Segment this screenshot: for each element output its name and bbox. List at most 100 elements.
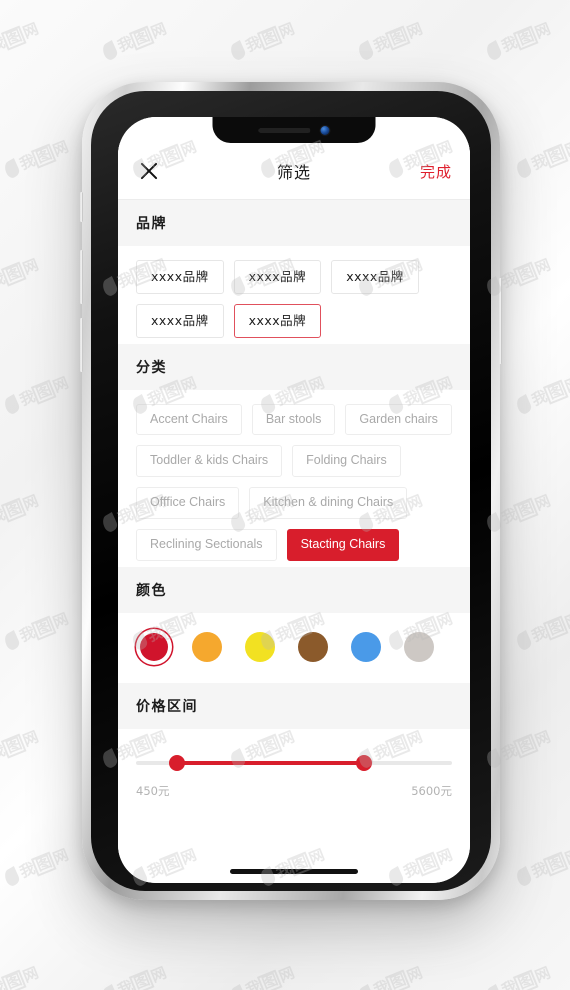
watermark: 我图网: [97, 1, 199, 68]
watermark-text: 我图网: [0, 255, 40, 291]
watermark-text: 我图网: [498, 19, 552, 55]
watermark-flame-icon: [100, 39, 119, 62]
front-camera-icon: [320, 125, 330, 135]
color-swatch-gray[interactable]: [401, 629, 437, 665]
color-swatch-brown[interactable]: [295, 629, 331, 665]
watermark: 我图网: [353, 1, 455, 68]
category-chip[interactable]: Bar stools: [251, 403, 336, 436]
volume-down-button[interactable]: [80, 318, 83, 372]
watermark: 我图网: [0, 1, 71, 68]
home-indicator[interactable]: [230, 869, 358, 874]
brand-chip-list: xxxx品牌 xxxx品牌 xxxx品牌 xxxx品牌 xxxx品牌: [118, 246, 470, 344]
watermark: 我图网: [0, 237, 71, 304]
watermark-text: 我图网: [528, 137, 570, 173]
page-title: 筛选: [276, 163, 311, 182]
brand-chip[interactable]: xxxx品牌: [136, 303, 224, 338]
phone-device-frame: 筛选 完成 品牌 xxxx品牌 xxxx品牌 xxxx品牌 xxxx品牌 xxxx品牌 …: [80, 82, 502, 900]
watermark-text: 我图网: [0, 491, 40, 527]
watermark-text: 我图网: [16, 845, 70, 881]
category-chip[interactable]: Reclining Sectionals: [136, 528, 277, 561]
close-icon[interactable]: [136, 158, 162, 184]
watermark: 我图网: [511, 119, 570, 186]
watermark: 我图网: [0, 473, 71, 540]
watermark-flame-icon: [514, 157, 533, 180]
watermark: 我图网: [97, 945, 199, 990]
brand-chip[interactable]: xxxx品牌: [233, 260, 322, 294]
mute-switch[interactable]: [80, 192, 83, 222]
watermark-flame-icon: [2, 865, 21, 888]
color-swatch-fill: [245, 631, 275, 662]
slider-max-handle[interactable]: [355, 754, 372, 771]
color-swatch-blue[interactable]: [348, 629, 384, 665]
screenshot-stage: 筛选 完成 品牌 xxxx品牌 xxxx品牌 xxxx品牌 xxxx品牌 xxxx品牌 …: [0, 0, 570, 990]
watermark-text: 我图网: [242, 19, 296, 55]
watermark-flame-icon: [100, 983, 119, 990]
watermark-text: 我图网: [370, 19, 424, 55]
watermark-flame-icon: [514, 393, 533, 416]
category-chip-list: Accent Chairs Bar stools Garden chairs Todd…: [118, 389, 470, 567]
watermark-flame-icon: [2, 393, 21, 416]
watermark: 我图网: [481, 1, 570, 68]
price-range-slider[interactable]: [136, 754, 452, 771]
watermark-text: 我图网: [498, 727, 552, 763]
watermark-text: 我图网: [528, 845, 570, 881]
brand-chip[interactable]: xxxx品牌: [136, 260, 224, 294]
category-chip[interactable]: Stacting Chairs: [286, 528, 400, 561]
watermark-text: 我图网: [114, 19, 168, 55]
watermark-text: 我图网: [528, 373, 570, 409]
category-chip[interactable]: Garden chairs: [345, 403, 452, 436]
phone-bezel: 筛选 完成 品牌 xxxx品牌 xxxx品牌 xxxx品牌 xxxx品牌 xxxx品牌 …: [91, 91, 491, 891]
price-range-labels: 450元 5600元: [136, 783, 452, 799]
brand-chip[interactable]: xxxx品牌: [233, 303, 322, 338]
watermark-flame-icon: [514, 629, 533, 652]
watermark: 我图网: [0, 945, 71, 990]
color-swatch-fill: [192, 631, 222, 662]
price-max-label: 5600元: [411, 783, 452, 798]
category-chip[interactable]: Toddler & kids Chairs: [136, 445, 283, 477]
color-swatch-fill: [140, 632, 168, 661]
watermark-text: 我图网: [0, 963, 40, 990]
price-range-body: 450元 5600元: [118, 728, 470, 815]
price-section-title: 价格区间: [118, 682, 470, 729]
watermark-text: 我图网: [0, 19, 40, 55]
filter-scroll-area[interactable]: 品牌 xxxx品牌 xxxx品牌 xxxx品牌 xxxx品牌 xxxx品牌 分类 Acc…: [118, 200, 470, 883]
watermark-flame-icon: [484, 983, 503, 990]
watermark: 我图网: [511, 827, 570, 894]
watermark-text: 我图网: [243, 963, 297, 990]
watermark-text: 我图网: [498, 255, 552, 291]
category-chip[interactable]: Accent Chairs: [136, 403, 242, 436]
watermark-text: 我图网: [16, 609, 70, 645]
color-swatch-fill: [351, 631, 381, 662]
device-notch: [212, 117, 376, 143]
color-swatch-red[interactable]: [136, 629, 172, 665]
color-swatch-orange[interactable]: [189, 629, 225, 665]
filter-screen: 筛选 完成 品牌 xxxx品牌 xxxx品牌 xxxx品牌 xxxx品牌 xxxx品牌 …: [118, 117, 470, 883]
watermark-flame-icon: [356, 983, 375, 990]
top-bar: 筛选 完成: [118, 143, 470, 200]
watermark-text: 我图网: [16, 373, 70, 409]
category-chip[interactable]: Offfice Chairs: [136, 487, 240, 519]
category-chip[interactable]: Kitchen & dining Chairs: [249, 487, 408, 519]
color-swatch-fill: [404, 631, 434, 662]
power-button[interactable]: [499, 278, 502, 364]
watermark-text: 我图网: [0, 727, 40, 763]
watermark-flame-icon: [228, 39, 247, 62]
watermark: 我图网: [0, 709, 71, 776]
watermark: 我图网: [481, 945, 570, 990]
brand-chip[interactable]: xxxx品牌: [331, 260, 419, 294]
color-section-title: 颜色: [118, 566, 470, 613]
watermark-flame-icon: [514, 865, 533, 888]
slider-min-handle[interactable]: [169, 754, 186, 771]
done-button[interactable]: 完成: [420, 161, 452, 182]
category-section-title: 分类: [118, 343, 470, 390]
watermark-flame-icon: [356, 39, 375, 62]
watermark-text: 我图网: [498, 491, 552, 527]
watermark: 我图网: [511, 355, 570, 422]
watermark-flame-icon: [2, 629, 21, 652]
color-swatch-list: [118, 612, 470, 683]
color-swatch-yellow[interactable]: [242, 629, 278, 665]
volume-up-button[interactable]: [80, 250, 83, 304]
speaker-grille-icon: [258, 127, 311, 133]
category-chip[interactable]: Folding Chairs: [292, 445, 401, 477]
slider-active-range: [177, 760, 364, 765]
